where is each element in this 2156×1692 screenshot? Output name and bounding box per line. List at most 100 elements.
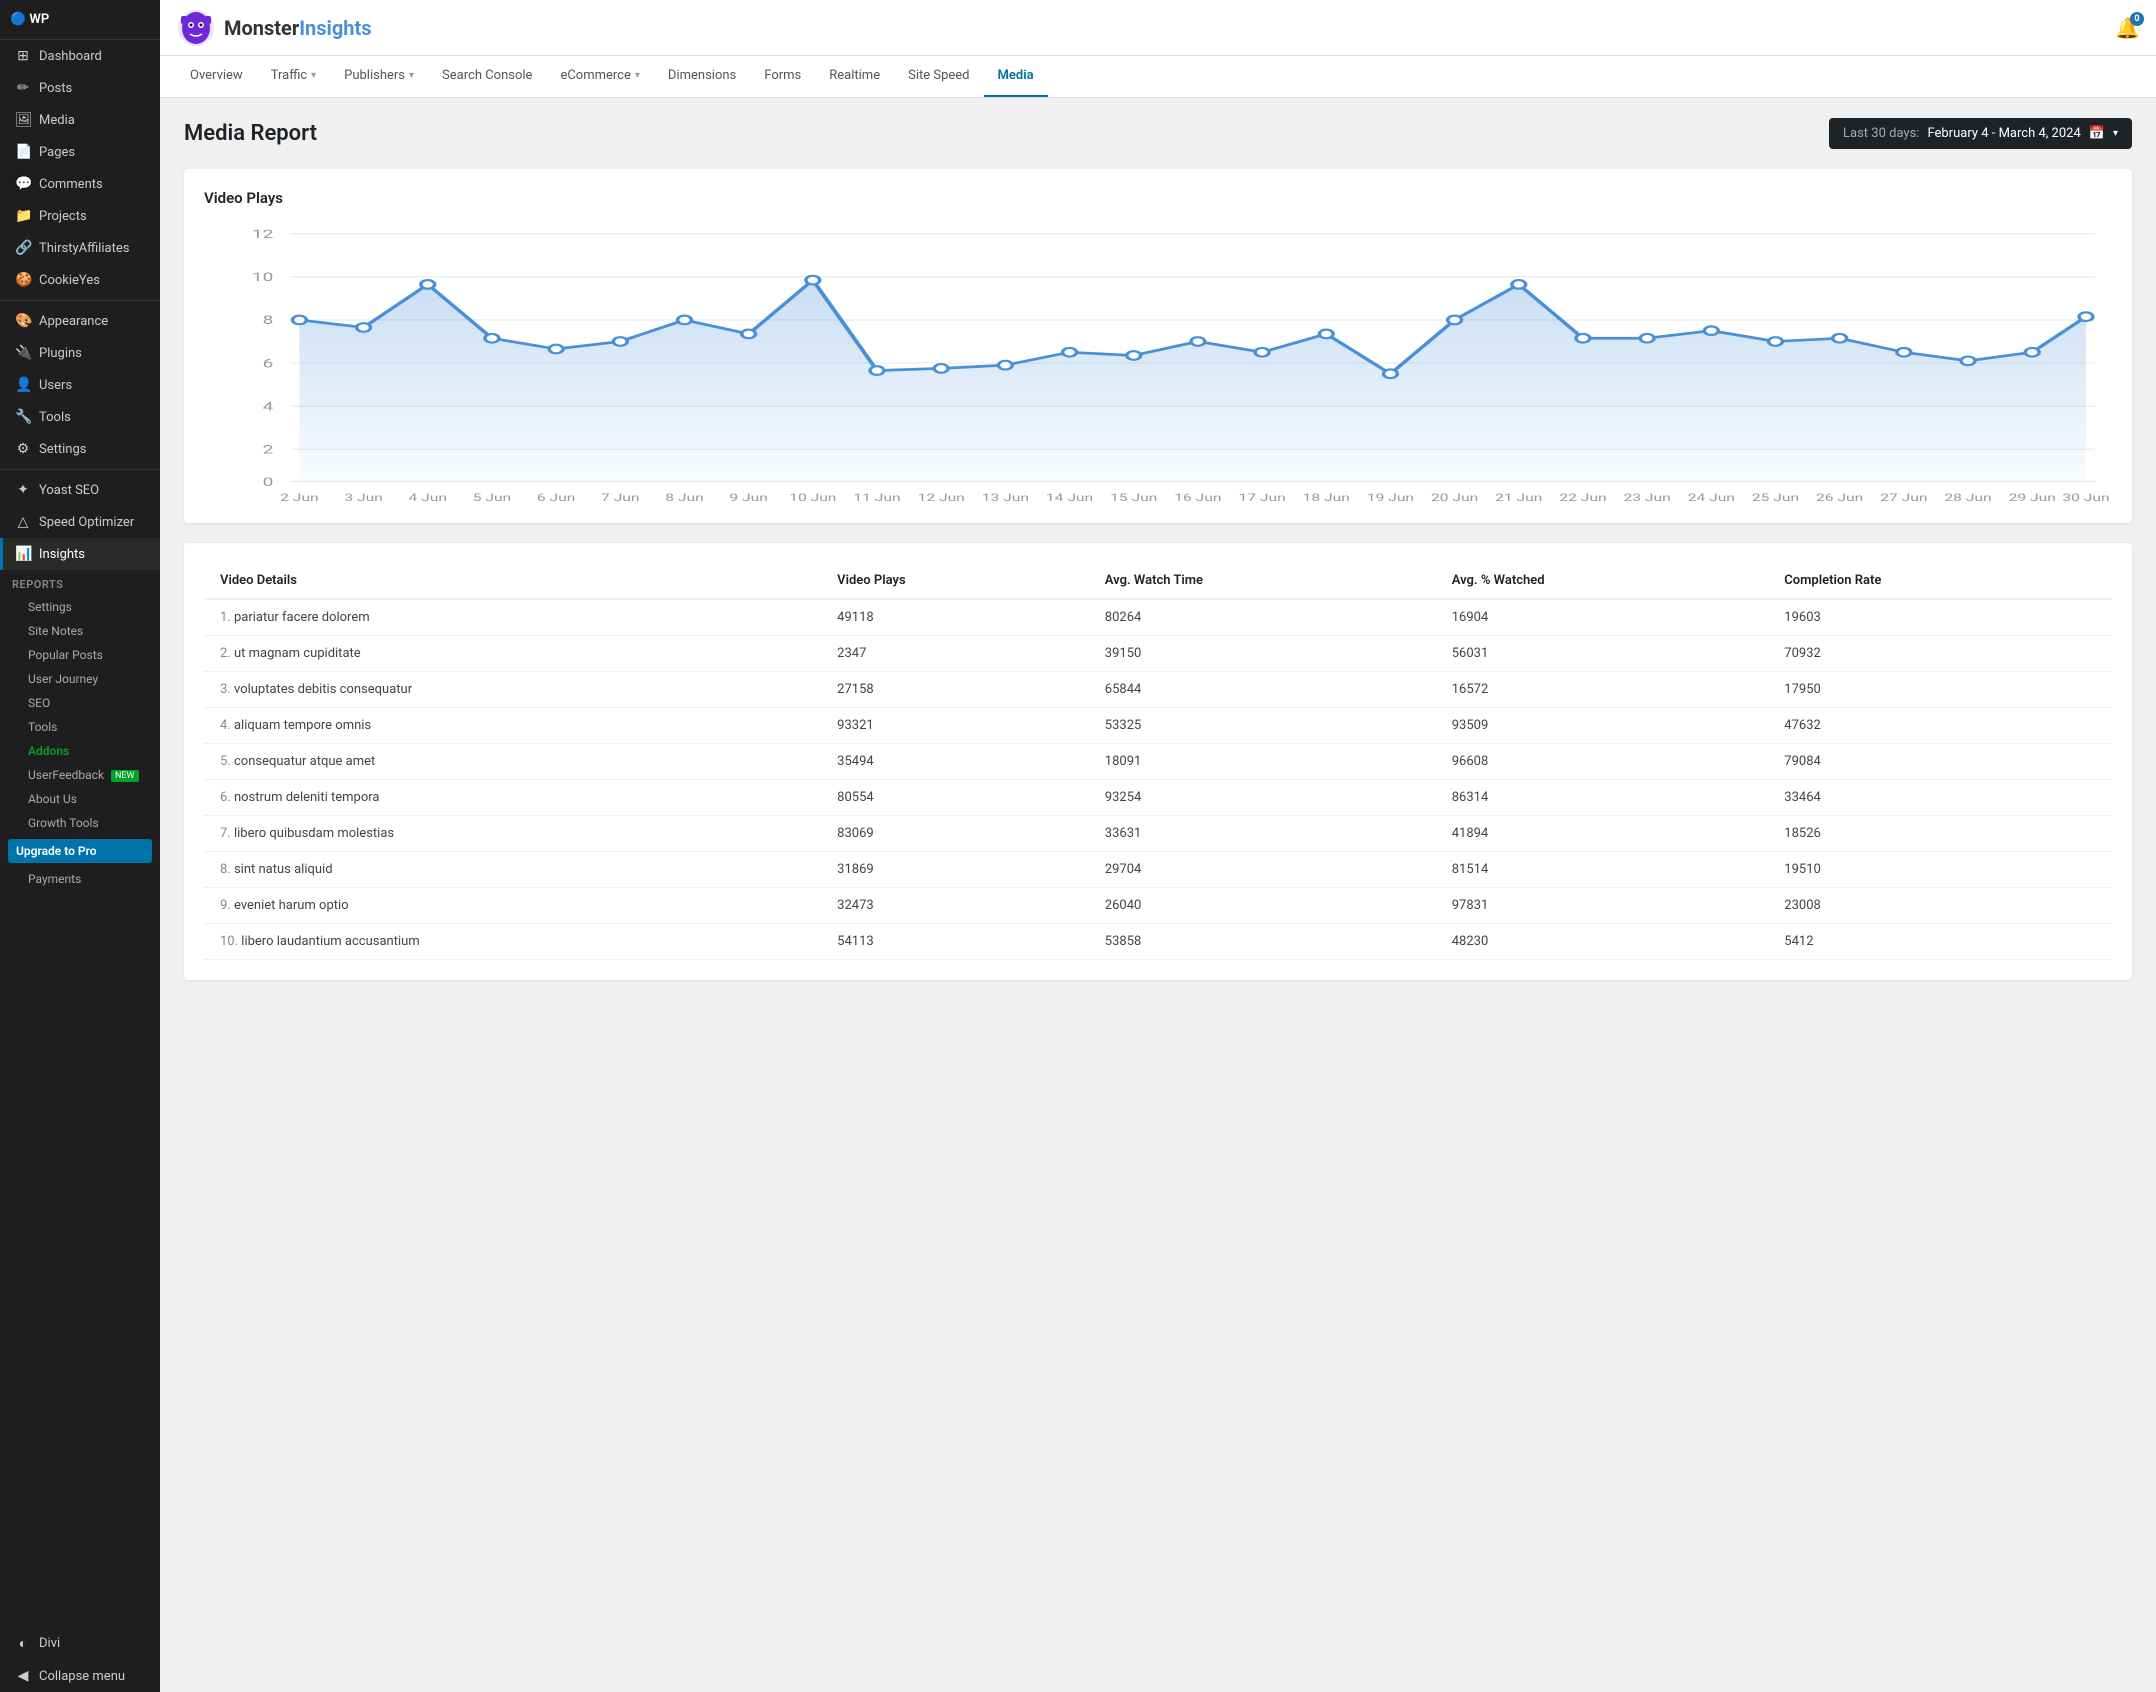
cell-video-plays: 35494: [821, 744, 1089, 780]
sidebar-item-pages[interactable]: 📄 Pages: [0, 136, 160, 168]
tab-traffic[interactable]: Traffic ▾: [257, 56, 330, 97]
cell-video-details: 8. sint natus aliquid: [204, 852, 821, 888]
video-plays-card: Video Plays 12 10 8 6 4: [184, 169, 2132, 523]
pages-icon: 📄: [15, 144, 31, 160]
sidebar-collapse-menu[interactable]: ◀ Collapse menu: [0, 1660, 160, 1692]
logo-insights: Insights: [299, 16, 371, 40]
tab-overview-label: Overview: [190, 68, 243, 83]
sidebar-item-users[interactable]: 👤 Users: [0, 369, 160, 401]
sidebar-item-dashboard[interactable]: ⊞ Dashboard: [0, 40, 160, 72]
sidebar-sub-userfeedback[interactable]: UserFeedback NEW: [0, 763, 160, 787]
sidebar-sub-growth-tools[interactable]: Growth Tools: [0, 811, 160, 835]
tab-overview[interactable]: Overview: [176, 56, 257, 97]
sidebar-item-yoast[interactable]: ✦ Yoast SEO: [0, 474, 160, 506]
svg-text:17 Jun: 17 Jun: [1238, 493, 1285, 503]
sidebar-label-pages: Pages: [39, 145, 75, 160]
cell-completion-rate: 19603: [1768, 599, 2112, 636]
row-title: libero quibusdam molestias: [234, 826, 394, 841]
col-completion-rate: Completion Rate: [1768, 563, 2112, 599]
tab-search-console[interactable]: Search Console: [428, 56, 546, 97]
sidebar-sub-about-us[interactable]: About Us: [0, 787, 160, 811]
sidebar-item-plugins[interactable]: 🔌 Plugins: [0, 337, 160, 369]
date-range-value: February 4 - March 4, 2024: [1927, 126, 2080, 141]
svg-text:4 Jun: 4 Jun: [409, 493, 447, 503]
sidebar-label-speed-optimizer: Speed Optimizer: [39, 515, 134, 530]
sidebar-item-comments[interactable]: 💬 Comments: [0, 168, 160, 200]
cell-video-plays: 93321: [821, 708, 1089, 744]
date-range-button[interactable]: Last 30 days: February 4 - March 4, 2024…: [1829, 118, 2132, 149]
cell-avg-watch-time: 65844: [1089, 672, 1436, 708]
cell-avg-watch-time: 53325: [1089, 708, 1436, 744]
tab-media-label: Media: [998, 68, 1034, 83]
sidebar-sub-upgrade[interactable]: Upgrade to Pro: [8, 839, 152, 863]
cell-avg-watch-time: 26040: [1089, 888, 1436, 924]
tab-publishers[interactable]: Publishers ▾: [330, 56, 428, 97]
sidebar-label-tools: Tools: [39, 410, 71, 425]
sidebar-item-appearance[interactable]: 🎨 Appearance: [0, 305, 160, 337]
chart-svg: 12 10 8 6 4 2 0: [204, 223, 2112, 503]
collapse-icon: ◀: [15, 1668, 31, 1684]
cell-avg-watch-time: 53858: [1089, 924, 1436, 960]
cell-video-details: 5. consequatur atque amet: [204, 744, 821, 780]
sidebar-label-posts: Posts: [39, 81, 72, 96]
tab-dimensions[interactable]: Dimensions: [654, 56, 750, 97]
tab-site-speed[interactable]: Site Speed: [894, 56, 983, 97]
sidebar-item-insights[interactable]: 📊 Insights: [0, 538, 160, 570]
monster-logo-icon: [176, 8, 216, 48]
sidebar-item-cookieyes[interactable]: 🍪 CookieYes: [0, 264, 160, 296]
sidebar-item-divi[interactable]: ◐ Divi: [0, 1627, 160, 1660]
projects-icon: 📁: [15, 208, 31, 224]
tab-forms[interactable]: Forms: [750, 56, 815, 97]
bell-button[interactable]: 🔔 0: [2115, 16, 2140, 40]
traffic-chevron-icon: ▾: [311, 70, 316, 81]
logo-text: MonsterInsights: [224, 16, 371, 40]
svg-text:12 Jun: 12 Jun: [918, 493, 965, 503]
cell-video-plays: 49118: [821, 599, 1089, 636]
cell-avg-pct-watched: 81514: [1436, 852, 1769, 888]
sidebar-item-settings[interactable]: ⚙ Settings: [0, 433, 160, 465]
cell-avg-pct-watched: 56031: [1436, 636, 1769, 672]
chart-title: Video Plays: [204, 189, 2112, 207]
nav-tabs: Overview Traffic ▾ Publishers ▾ Search C…: [160, 56, 2156, 98]
tab-media[interactable]: Media: [984, 56, 1048, 97]
sidebar-logo: 🔵 WP: [0, 0, 160, 40]
sidebar-label-divi: Divi: [39, 1636, 60, 1651]
sidebar-item-media[interactable]: 🖼 Media: [0, 104, 160, 136]
tab-ecommerce[interactable]: eCommerce ▾: [546, 56, 653, 97]
row-title: ut magnam cupiditate: [234, 646, 361, 661]
row-number: 9.: [220, 898, 231, 913]
sidebar-sub-tools[interactable]: Tools: [0, 715, 160, 739]
table-row: 4. aliquam tempore omnis 93321 53325 935…: [204, 708, 2112, 744]
sidebar-sub-settings[interactable]: Settings: [0, 595, 160, 619]
sidebar-label-dashboard: Dashboard: [39, 49, 102, 64]
svg-text:10 Jun: 10 Jun: [789, 493, 836, 503]
sidebar-sub-user-journey[interactable]: User Journey: [0, 667, 160, 691]
reports-section-label: Reports: [0, 570, 160, 595]
row-number: 3.: [220, 682, 231, 697]
main-area: MonsterInsights 🔔 0 Overview Traffic ▾ P…: [160, 0, 2156, 1692]
video-table: Video Details Video Plays Avg. Watch Tim…: [204, 563, 2112, 960]
cell-video-plays: 31869: [821, 852, 1089, 888]
sidebar-sub-site-notes[interactable]: Site Notes: [0, 619, 160, 643]
tab-realtime-label: Realtime: [829, 68, 880, 83]
table-row: 6. nostrum deleniti tempora 80554 93254 …: [204, 780, 2112, 816]
sidebar-sub-popular-posts[interactable]: Popular Posts: [0, 643, 160, 667]
svg-text:5 Jun: 5 Jun: [473, 493, 511, 503]
table-row: 9. eveniet harum optio 32473 26040 97831…: [204, 888, 2112, 924]
row-number: 4.: [220, 718, 231, 733]
sidebar-sub-payments[interactable]: Payments: [0, 867, 160, 891]
sidebar-item-thirstyaffiliates[interactable]: 🔗 ThirstyAffiliates: [0, 232, 160, 264]
sidebar-sub-seo[interactable]: SEO: [0, 691, 160, 715]
cookieyes-icon: 🍪: [15, 272, 31, 288]
sidebar-sub-addons[interactable]: Addons: [0, 739, 160, 763]
users-icon: 👤: [15, 377, 31, 393]
cell-avg-watch-time: 39150: [1089, 636, 1436, 672]
svg-text:8 Jun: 8 Jun: [665, 493, 703, 503]
cell-video-details: 10. libero laudantium accusantium: [204, 924, 821, 960]
cell-avg-watch-time: 93254: [1089, 780, 1436, 816]
sidebar-item-speed-optimizer[interactable]: △ Speed Optimizer: [0, 506, 160, 538]
sidebar-item-projects[interactable]: 📁 Projects: [0, 200, 160, 232]
sidebar-item-tools[interactable]: 🔧 Tools: [0, 401, 160, 433]
tab-realtime[interactable]: Realtime: [815, 56, 894, 97]
sidebar-item-posts[interactable]: ✏ Posts: [0, 72, 160, 104]
